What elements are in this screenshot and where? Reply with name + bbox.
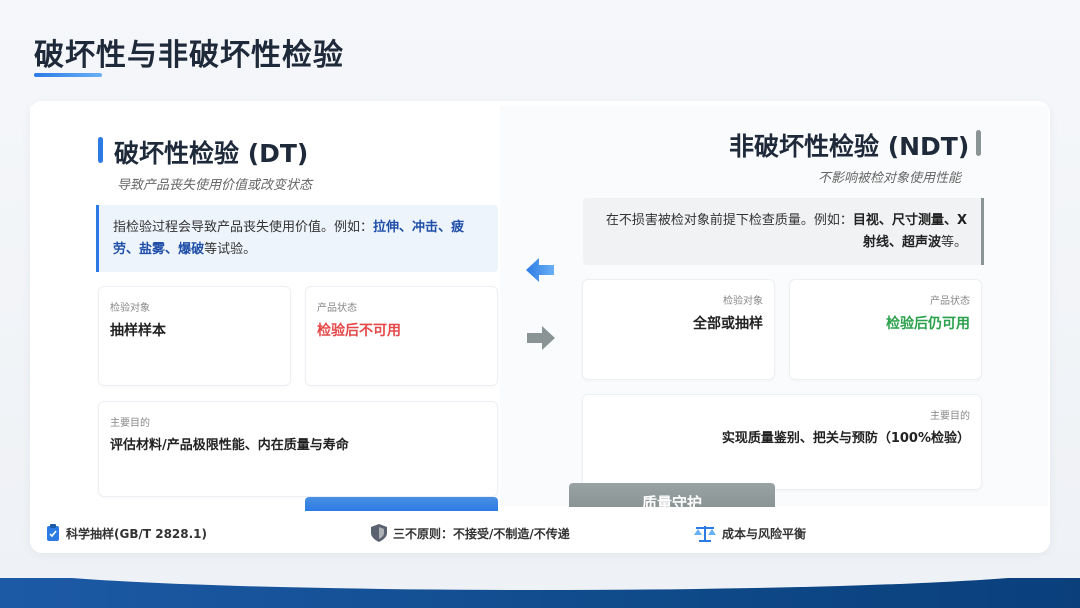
footer-item-sampling: 科学抽样(GB/T 2828.1)	[46, 524, 207, 542]
dt-purpose-value: 评估材料/产品极限性能、内在质量与寿命	[110, 438, 349, 453]
arrow-left-icon	[526, 258, 554, 286]
dt-desc-hl2: 冲击	[412, 220, 439, 235]
dt-object-label: 检验对象	[110, 303, 150, 314]
dt-object-value: 抽样样本	[110, 323, 166, 339]
ndt-object-card: 检验对象 全部或抽样	[582, 279, 775, 380]
title-underline	[34, 73, 102, 77]
dt-desc-sep3: 、	[126, 242, 140, 257]
dt-description-box: 指检验过程会导致产品丧失使用价值。例如：拉伸、冲击、疲劳、盐雾、爆破等试验。	[96, 205, 498, 272]
dt-purpose-card: 主要目的 评估材料/产品极限性能、内在质量与寿命	[98, 401, 498, 497]
ndt-desc-hl4: 超声波	[901, 235, 941, 250]
footer-item3-label: 成本与风险平衡	[722, 526, 807, 541]
dt-desc-suffix: 等试验。	[204, 242, 257, 257]
dt-object-card: 检验对象 抽样样本	[98, 286, 291, 386]
ndt-desc-suffix: 等。	[940, 235, 967, 250]
dt-desc-sep1: 、	[399, 220, 413, 235]
balance-scale-icon	[694, 526, 716, 542]
page-title: 破坏性与非破坏性检验	[34, 38, 344, 73]
ndt-state-value: 检验后仍可用	[886, 316, 970, 332]
ndt-title: 非破坏性检验 (NDT)	[729, 132, 970, 161]
ndt-description-box: 在不损害被检对象前提下检查质量。例如：目视、尺寸测量、X射线、超声波等。	[583, 198, 984, 265]
bottom-band	[0, 566, 1080, 608]
footer-item-principle: 三不原则：不接受/不制造/不传递	[371, 524, 570, 542]
dt-purpose-label: 主要目的	[110, 418, 150, 429]
dt-state-label: 产品状态	[317, 303, 357, 314]
ndt-purpose-value: 实现质量鉴别、把关与预防（100%检验）	[721, 431, 970, 446]
arrow-right-icon	[527, 326, 555, 354]
dt-tab[interactable]	[305, 497, 498, 511]
footer-item2-label: 三不原则：不接受/不制造/不传递	[393, 526, 570, 541]
clipboard-check-icon	[47, 524, 59, 541]
dt-subtitle: 导致产品丧失使用价值或改变状态	[117, 178, 313, 193]
footer-item1-label: 科学抽样(GB/T 2828.1)	[66, 526, 208, 541]
dt-title-bar	[98, 137, 103, 163]
dt-state-value: 检验后不可用	[317, 323, 401, 339]
ndt-tab[interactable]: 质量守护	[569, 483, 775, 507]
dt-desc-sep2: 、	[438, 220, 452, 235]
ndt-purpose-label: 主要目的	[930, 411, 970, 422]
ndt-desc-hl2: 尺寸测量	[891, 213, 944, 228]
ndt-subtitle: 不影响被检对象使用性能	[818, 171, 962, 186]
dt-desc-hl1: 拉伸	[373, 220, 400, 235]
ndt-tab-label: 质量守护	[641, 494, 702, 507]
ndt-title-bar	[976, 130, 981, 156]
dt-title: 破坏性检验 (DT)	[114, 139, 309, 168]
dt-desc-sep4: 、	[165, 242, 179, 257]
dt-desc-hl4: 盐雾	[139, 242, 166, 257]
ndt-desc-hl1: 目视	[852, 213, 879, 228]
dt-desc-hl5: 爆破	[178, 242, 205, 257]
ndt-desc-prefix: 在不损害被检对象前提下检查质量。例如：	[605, 213, 853, 228]
ndt-desc-sep1: 、	[878, 213, 892, 228]
shield-icon	[371, 524, 387, 542]
ndt-state-label: 产品状态	[930, 296, 970, 307]
footer-item-balance: 成本与风险平衡	[694, 524, 806, 542]
ndt-purpose-card: 主要目的 实现质量鉴别、把关与预防（100%检验）	[582, 394, 982, 490]
dt-desc-prefix: 指检验过程会导致产品丧失使用价值。例如：	[113, 220, 374, 235]
dt-state-card: 产品状态 检验后不可用	[305, 286, 498, 386]
ndt-state-card: 产品状态 检验后仍可用	[789, 279, 982, 380]
ndt-object-value: 全部或抽样	[693, 316, 763, 332]
ndt-object-label: 检验对象	[723, 296, 763, 307]
ndt-desc-sep2: 、	[943, 213, 957, 228]
ndt-desc-sep3: 、	[888, 235, 902, 250]
